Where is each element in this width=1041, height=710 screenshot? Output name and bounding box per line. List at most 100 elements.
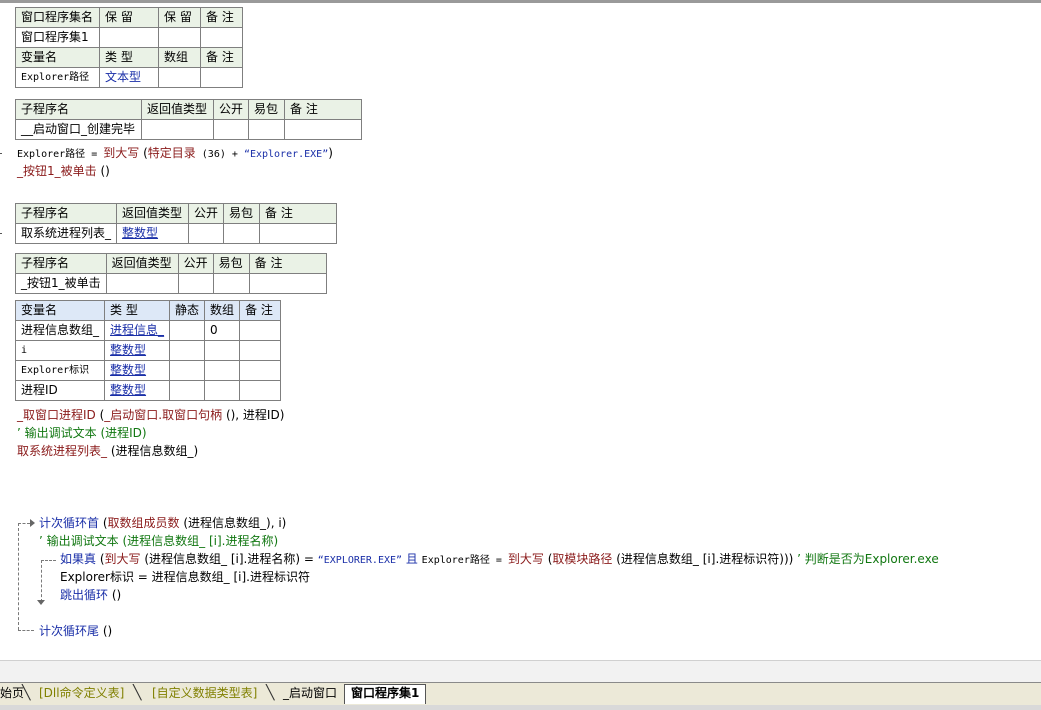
cell[interactable] — [239, 340, 282, 361]
header-cell: 公开 — [212, 99, 250, 120]
header-cell: 返回值类型 — [141, 99, 214, 120]
code-func: _取窗口进程ID — [17, 408, 96, 422]
assembly-name-cell[interactable]: 窗口程序集1 — [15, 27, 100, 48]
cell[interactable] — [169, 340, 206, 361]
code-line[interactable]: 计次循环首 (取数组成员数 (进程信息数组_), i) — [39, 515, 286, 531]
tab-startup-window[interactable]: _启动窗口 — [277, 685, 343, 702]
cell[interactable] — [105, 273, 179, 294]
cell[interactable] — [158, 67, 201, 88]
cell[interactable] — [141, 119, 214, 140]
cell[interactable] — [169, 320, 206, 341]
code-line[interactable]: Explorer标识 = 进程信息数组_ [i].进程标识符 — [60, 569, 310, 585]
header-cell: 窗口程序集名 — [15, 7, 100, 28]
header-cell: 返回值类型 — [105, 253, 179, 274]
var-type-cell[interactable]: 整数型 — [104, 340, 171, 361]
code-keyword: 跳出循环 — [60, 588, 109, 602]
cell[interactable] — [248, 119, 286, 140]
var-name-cell[interactable]: 进程信息数组_ — [14, 320, 106, 341]
sub-name-cell[interactable]: 取系统进程列表_ — [14, 223, 118, 244]
code-text: ( — [139, 146, 148, 160]
code-line[interactable]: 如果真 (到大写 (进程信息数组_ [i].进程名称) = “EXPLORER.… — [60, 551, 939, 569]
sub-name-cell[interactable]: _按钮1_被单击 — [15, 273, 107, 294]
cell[interactable] — [204, 340, 241, 361]
code-comment[interactable]: ’ 输出调试文本 (进程信息数组_ [i].进程名称) — [39, 533, 278, 549]
code-line[interactable]: Explorer路径 = 到大写 (特定目录 (36) + “Explorer.… — [17, 145, 333, 163]
cell[interactable] — [239, 380, 282, 401]
code-func: 取模块路径 — [552, 552, 613, 566]
horizontal-scrollbar[interactable] — [0, 660, 1041, 683]
cell[interactable] — [204, 380, 241, 401]
cell[interactable] — [212, 119, 250, 140]
header-cell: 易包 — [248, 99, 286, 120]
cell[interactable] — [158, 27, 201, 48]
sub-name-cell[interactable]: __启动窗口_创建完毕 — [15, 119, 142, 140]
cell[interactable] — [284, 119, 363, 140]
code-line[interactable]: _按钮1_被单击 () — [17, 163, 110, 179]
header-cell: 子程序名 — [15, 253, 107, 274]
header-cell: 类 型 — [104, 300, 171, 321]
header-cell: 公开 — [177, 253, 214, 274]
cell[interactable] — [239, 320, 282, 341]
var-name-cell[interactable]: Explorer标识 — [14, 360, 106, 381]
cell[interactable] — [200, 27, 243, 48]
code-keyword: 且 — [402, 552, 422, 566]
cell[interactable] — [177, 273, 214, 294]
tab-bar: 始页 ╲ [Dll命令定义表] ╲ [自定义数据类型表] ╲ _启动窗口 窗口程… — [0, 682, 1041, 706]
var-type-cell[interactable]: 整数型 — [104, 380, 171, 401]
tab-custom-types[interactable]: [自定义数据类型表] — [146, 685, 263, 702]
loop-guide-line — [18, 523, 19, 630]
code-text: () — [96, 164, 110, 178]
cell[interactable] — [239, 360, 282, 381]
var-type-cell[interactable]: 文本型 — [99, 67, 159, 88]
code-comment[interactable]: ’ 输出调试文本 (进程ID) — [17, 425, 147, 441]
code-comment: ’ 判断是否为Explorer.exe — [797, 552, 939, 566]
header-cell: 易包 — [212, 253, 250, 274]
sub3-table: 子程序名 返回值类型 公开 易包 备 注 _按钮1_被单击 — [15, 253, 327, 294]
tab-separator: ╲ — [133, 685, 142, 701]
tab-window-assembly-1[interactable]: 窗口程序集1 — [344, 684, 427, 704]
code-func: 取数组成员数 — [107, 516, 180, 530]
code-text: ) — [328, 146, 333, 160]
code-text: (进程信息数组_), i) — [179, 516, 287, 530]
code-line[interactable]: 计次循环尾 () — [39, 623, 112, 639]
tab-dll-commands[interactable]: [Dll命令定义表] — [33, 685, 130, 702]
cell[interactable] — [204, 360, 241, 381]
var-type-cell[interactable]: 整数型 — [104, 360, 171, 381]
code-string: “Explorer.EXE” — [243, 149, 329, 160]
cell[interactable] — [99, 27, 159, 48]
cell[interactable] — [188, 223, 225, 244]
header-cell: 类 型 — [99, 47, 159, 68]
header-cell: 保 留 — [99, 7, 159, 28]
var-name-cell[interactable]: Explorer路径 — [15, 67, 100, 88]
header-cell: 备 注 — [200, 7, 243, 28]
return-type-cell[interactable]: 整数型 — [116, 223, 190, 244]
var-name-cell[interactable]: i — [14, 340, 106, 361]
loop-guide-line — [18, 630, 34, 631]
code-text: () — [108, 588, 122, 602]
cell[interactable]: 0 — [204, 320, 241, 341]
cell[interactable] — [169, 380, 206, 401]
header-cell: 公开 — [188, 203, 225, 224]
loop-arrow-icon — [30, 519, 35, 527]
var-type-cell[interactable]: 进程信息_ — [104, 320, 171, 341]
cell[interactable] — [200, 67, 243, 88]
code-keyword: 计次循环尾 — [39, 624, 100, 638]
header-cell: 变量名 — [15, 47, 100, 68]
var-name-cell[interactable]: 进程ID — [14, 380, 106, 401]
cell[interactable] — [248, 273, 327, 294]
cell[interactable] — [259, 223, 338, 244]
cell[interactable] — [212, 273, 250, 294]
if-guide-line — [41, 560, 56, 561]
header-cell: 备 注 — [239, 300, 282, 321]
tab-separator: ╲ — [22, 685, 31, 701]
header-cell: 备 注 — [248, 253, 327, 274]
header-cell: 变量名 — [14, 300, 106, 321]
cell[interactable] — [169, 360, 206, 381]
code-line[interactable]: 取系统进程列表_ (进程信息数组_) — [17, 443, 198, 459]
header-cell: 子程序名 — [14, 203, 118, 224]
code-text: Explorer路径 = — [421, 555, 508, 566]
code-line[interactable]: 跳出循环 () — [60, 587, 121, 603]
header-cell: 静态 — [169, 300, 206, 321]
cell[interactable] — [223, 223, 261, 244]
code-line[interactable]: _取窗口进程ID (_启动窗口.取窗口句柄 (), 进程ID) — [17, 407, 284, 423]
